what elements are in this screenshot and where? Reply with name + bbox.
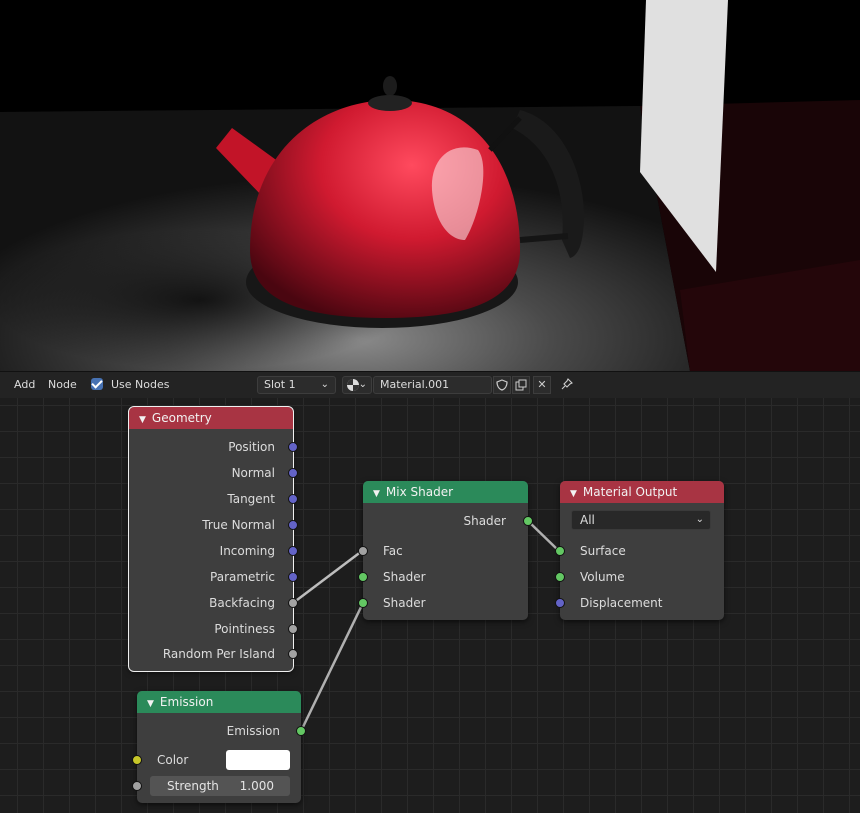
fake-user-button[interactable] <box>493 376 511 394</box>
socket-backfacing[interactable] <box>288 598 298 608</box>
node-editor-header: Add Node Use Nodes Slot 1 ⌄ ⌄ Material.0… <box>0 371 860 398</box>
input-fac: Fac <box>383 544 403 558</box>
output-backfacing: Backfacing <box>209 596 275 610</box>
socket-displacement[interactable] <box>555 598 565 608</box>
target-value: All <box>580 513 595 527</box>
pin-icon <box>561 378 573 390</box>
chevron-down-icon: ⌄ <box>358 379 367 390</box>
output-tangent: Tangent <box>227 492 275 506</box>
socket-position[interactable] <box>288 442 298 452</box>
socket-shader-in-1[interactable] <box>358 572 368 582</box>
use-nodes-label: Use Nodes <box>111 378 170 391</box>
collapse-arrow-icon[interactable]: ▼ <box>147 699 154 709</box>
render-viewport[interactable] <box>0 0 860 371</box>
collapse-arrow-icon[interactable]: ▼ <box>373 489 380 499</box>
socket-parametric[interactable] <box>288 572 298 582</box>
link-backfacing-to-fac <box>292 550 363 604</box>
socket-fac[interactable] <box>358 546 368 556</box>
socket-emission-out[interactable] <box>296 726 306 736</box>
shield-icon <box>496 379 508 391</box>
add-menu[interactable]: Add <box>14 378 35 391</box>
close-icon: ✕ <box>537 378 547 391</box>
socket-random-per-island[interactable] <box>288 649 298 659</box>
geometry-node[interactable]: ▼ Geometry Position Normal Tangent True N… <box>128 406 298 672</box>
duplicate-material-button[interactable] <box>512 376 530 394</box>
mix-shader-node-header[interactable]: ▼ Mix Shader <box>363 481 528 503</box>
strength-slider[interactable]: Strength 1.000 <box>150 776 290 796</box>
slot-value: Slot 1 <box>264 378 296 391</box>
geometry-node-header[interactable]: ▼ Geometry <box>129 407 293 429</box>
input-surface: Surface <box>580 544 626 558</box>
socket-pointiness[interactable] <box>288 624 298 634</box>
collapse-arrow-icon[interactable]: ▼ <box>139 415 146 425</box>
mix-shader-node-title: Mix Shader <box>385 485 454 499</box>
link-emission-to-shader <box>299 602 365 732</box>
color-swatch[interactable] <box>226 750 290 770</box>
strength-label: Strength <box>167 779 219 793</box>
duplicate-icon <box>515 379 527 391</box>
node-editor-canvas[interactable]: ▼ Geometry Position Normal Tangent True N… <box>0 398 860 813</box>
material-name-field[interactable]: Material.001 <box>373 376 492 394</box>
output-parametric: Parametric <box>210 570 275 584</box>
input-displacement: Displacement <box>580 596 663 610</box>
kettle-render-image <box>0 0 860 371</box>
material-output-node-title: Material Output <box>582 485 678 499</box>
emission-node-title: Emission <box>159 695 214 709</box>
output-pointiness: Pointiness <box>214 622 275 636</box>
input-color-label: Color <box>157 753 189 767</box>
mix-shader-node[interactable]: ▼ Mix Shader Shader Fac Shader Shader <box>358 481 533 620</box>
strength-value: 1.000 <box>239 779 274 793</box>
use-nodes-checkbox[interactable] <box>91 378 103 390</box>
input-shader-1: Shader <box>383 570 426 584</box>
socket-strength[interactable] <box>132 781 142 791</box>
socket-surface[interactable] <box>555 546 565 556</box>
material-browse-button[interactable]: ⌄ <box>342 376 372 394</box>
slot-dropdown[interactable]: Slot 1 ⌄ <box>257 376 336 394</box>
socket-incoming[interactable] <box>288 546 298 556</box>
output-shader: Shader <box>463 514 506 528</box>
output-normal: Normal <box>231 466 275 480</box>
chevron-down-icon: ⌄ <box>695 514 704 525</box>
socket-volume[interactable] <box>555 572 565 582</box>
socket-true-normal[interactable] <box>288 520 298 530</box>
output-emission: Emission <box>226 724 280 738</box>
material-output-node[interactable]: ▼ Material Output All ⌄ Surface Volume Di… <box>555 481 724 620</box>
socket-tangent[interactable] <box>288 494 298 504</box>
material-name-value: Material.001 <box>380 378 450 391</box>
output-position: Position <box>228 440 275 454</box>
socket-shader-out[interactable] <box>523 516 533 526</box>
material-output-node-header[interactable]: ▼ Material Output <box>560 481 724 503</box>
input-shader-2: Shader <box>383 596 426 610</box>
input-volume: Volume <box>580 570 625 584</box>
socket-shader-in-2[interactable] <box>358 598 368 608</box>
collapse-arrow-icon[interactable]: ▼ <box>570 489 577 499</box>
socket-color[interactable] <box>132 755 142 765</box>
node-menu[interactable]: Node <box>48 378 77 391</box>
link-shader-to-surface <box>527 520 560 552</box>
output-random-per-island: Random Per Island <box>162 647 275 661</box>
unlink-material-button[interactable]: ✕ <box>533 376 551 394</box>
target-dropdown[interactable]: All ⌄ <box>571 510 711 530</box>
output-true-normal: True Normal <box>202 518 275 532</box>
emission-node-header[interactable]: ▼ Emission <box>137 691 301 713</box>
socket-normal[interactable] <box>288 468 298 478</box>
chevron-down-icon: ⌄ <box>320 379 329 390</box>
geometry-node-title: Geometry <box>151 411 212 425</box>
pin-button[interactable] <box>558 376 576 394</box>
emission-node[interactable]: ▼ Emission Emission Color Strength 1.000 <box>132 691 306 803</box>
output-incoming: Incoming <box>219 544 275 558</box>
